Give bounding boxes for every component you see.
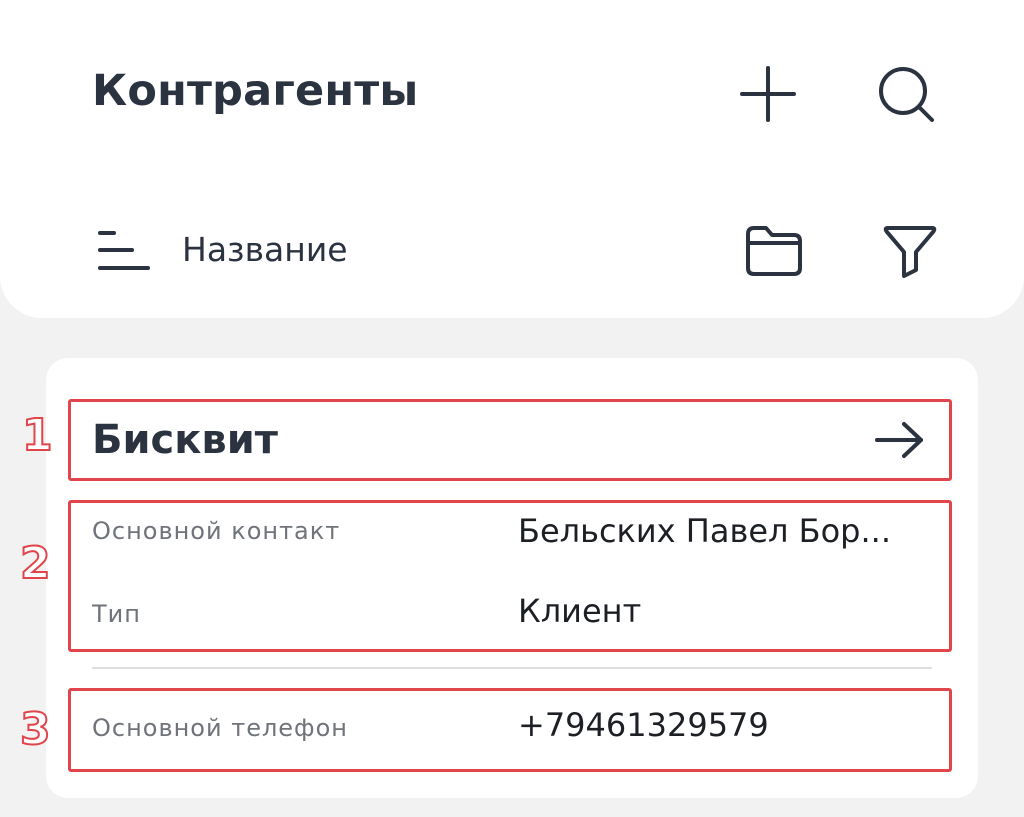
annotation-box-1 (68, 399, 952, 481)
search-icon[interactable] (876, 64, 938, 126)
page-title: Контрагенты (92, 66, 419, 116)
annotation-box-2 (68, 500, 952, 652)
header-panel: Контрагенты Название (0, 0, 1024, 318)
plus-icon[interactable] (740, 66, 796, 122)
sort-label[interactable]: Название (182, 230, 348, 269)
filter-funnel-icon[interactable] (882, 222, 938, 280)
counterparties-screen: Контрагенты Название Бисквит Основной ко… (0, 0, 1024, 817)
annotation-number-1: 1 (21, 409, 54, 462)
annotation-number-2: 2 (19, 537, 52, 590)
sort-lines-icon[interactable] (96, 228, 152, 274)
folder-icon[interactable] (744, 224, 804, 278)
annotation-number-3: 3 (19, 703, 52, 756)
card-divider (92, 667, 932, 669)
annotation-box-3 (68, 688, 952, 772)
